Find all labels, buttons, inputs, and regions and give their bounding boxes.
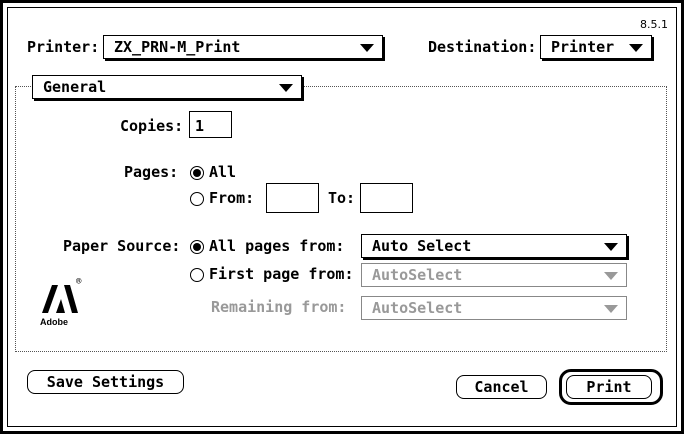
first-page-value: AutoSelect: [372, 266, 463, 284]
printer-popup[interactable]: ZX_PRN-M_Print: [103, 35, 383, 59]
panel-value: General: [43, 78, 107, 96]
chevron-down-icon: [360, 44, 374, 52]
adobe-logo-icon: [42, 285, 78, 313]
printer-value: ZX_PRN-M_Print: [114, 38, 241, 56]
adobe-logo-text: Adobe: [40, 317, 68, 327]
adobe-logo: ® Adobe: [40, 277, 81, 331]
paper-source-label: Paper Source:: [63, 237, 181, 255]
destination-popup[interactable]: Printer: [540, 35, 652, 59]
all-pages-radio[interactable]: [190, 240, 204, 254]
pages-label: Pages:: [124, 163, 179, 181]
registered-mark: ®: [76, 277, 82, 287]
chevron-down-icon: [279, 84, 293, 92]
remaining-label: Remaining from:: [211, 298, 347, 316]
all-pages-popup[interactable]: Auto Select: [361, 234, 627, 258]
destination-label: Destination:: [428, 38, 537, 56]
first-page-label[interactable]: First page from:: [209, 265, 354, 283]
version-label: 8.5.1: [640, 18, 668, 31]
copies-value: 1: [195, 117, 205, 135]
panel-popup[interactable]: General: [32, 75, 302, 99]
chevron-down-icon: [604, 305, 618, 313]
first-page-popup: AutoSelect: [361, 263, 627, 287]
copies-field[interactable]: 1: [189, 111, 232, 138]
printer-label: Printer:: [27, 38, 100, 56]
first-page-radio[interactable]: [190, 268, 204, 282]
remaining-value: AutoSelect: [372, 299, 463, 317]
pages-from-radio[interactable]: [190, 192, 204, 206]
pages-from-field[interactable]: [266, 183, 319, 213]
pages-to-field[interactable]: [360, 183, 413, 213]
remaining-popup: AutoSelect: [361, 296, 627, 320]
all-pages-label[interactable]: All pages from:: [209, 237, 344, 255]
pages-all-label[interactable]: All: [209, 163, 236, 181]
save-settings-button[interactable]: Save Settings: [27, 370, 184, 394]
destination-value: Printer: [551, 38, 615, 56]
pages-from-label[interactable]: From:: [209, 189, 254, 207]
print-button[interactable]: Print: [566, 375, 652, 399]
pages-all-radio[interactable]: [190, 166, 204, 180]
cancel-button[interactable]: Cancel: [456, 375, 547, 399]
copies-label: Copies:: [120, 117, 184, 135]
pages-to-label: To:: [328, 189, 356, 207]
all-pages-value: Auto Select: [372, 237, 472, 255]
chevron-down-icon: [629, 44, 643, 52]
chevron-down-icon: [604, 243, 618, 251]
chevron-down-icon: [604, 272, 618, 280]
